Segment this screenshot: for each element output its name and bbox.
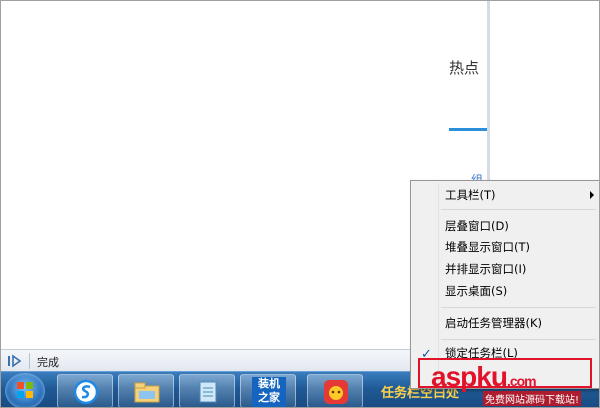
- taskbar-app-notepad[interactable]: [179, 374, 235, 407]
- menu-item-side-by-side[interactable]: 并排显示窗口(I): [413, 259, 598, 279]
- red-app-icon: [324, 380, 348, 404]
- menu-item-toolbars-label: 工具栏(T): [445, 188, 496, 202]
- site-watermark: aspku.com 免费网站源码下载站!: [431, 361, 599, 407]
- screenshot-frame: 热点 组 完成: [0, 0, 600, 408]
- menu-item-task-manager[interactable]: 启动任务管理器(K): [413, 313, 598, 333]
- menu-item-task-manager-label: 启动任务管理器(K): [445, 316, 543, 330]
- taskbar-app-sogou-browser[interactable]: [57, 374, 113, 407]
- zhuangji-label-1: 装机: [258, 377, 280, 390]
- status-separator: [29, 353, 30, 369]
- menu-item-show-desktop-label: 显示桌面(S): [445, 284, 508, 298]
- sogou-browser-icon: [73, 379, 99, 405]
- taskbar-app-zhuangji-zhijia[interactable]: 装机 之家: [240, 374, 296, 407]
- start-button[interactable]: [5, 373, 45, 407]
- menu-item-stack-label: 堆叠显示窗口(T): [445, 240, 530, 254]
- menu-separator: [441, 339, 596, 340]
- hot-topics-title: 热点: [449, 59, 480, 77]
- zhuangji-label-2: 之家: [258, 391, 280, 404]
- watermark-logo: aspku.com: [431, 361, 537, 393]
- menu-item-cascade-label: 层叠窗口(D): [445, 219, 509, 233]
- taskbar-app-red-app[interactable]: [307, 374, 363, 407]
- menu-item-toolbars[interactable]: 工具栏(T): [413, 185, 598, 205]
- watermark-logo-text: aspku: [431, 361, 508, 392]
- menu-item-cascade[interactable]: 层叠窗口(D): [413, 216, 598, 236]
- menu-separator: [441, 209, 596, 210]
- status-text: 完成: [37, 356, 59, 369]
- section-underline: [449, 128, 487, 131]
- watermark-subtitle: 免费网站源码下载站!: [483, 391, 582, 406]
- menu-item-show-desktop[interactable]: 显示桌面(S): [413, 281, 598, 301]
- watermark-dotcom: .com: [506, 373, 537, 389]
- submenu-arrow-icon: [590, 191, 594, 199]
- windows-logo-icon: [17, 382, 33, 398]
- taskbar-app-file-explorer[interactable]: [118, 374, 174, 407]
- menu-item-stack[interactable]: 堆叠显示窗口(T): [413, 237, 598, 257]
- page-status-icon: [8, 354, 22, 368]
- menu-separator: [441, 307, 596, 308]
- zhuangji-logo: 装机 之家: [252, 377, 286, 407]
- notepad-icon: [199, 381, 217, 403]
- folder-icon: [134, 382, 160, 403]
- menu-item-side-by-side-label: 并排显示窗口(I): [445, 262, 527, 276]
